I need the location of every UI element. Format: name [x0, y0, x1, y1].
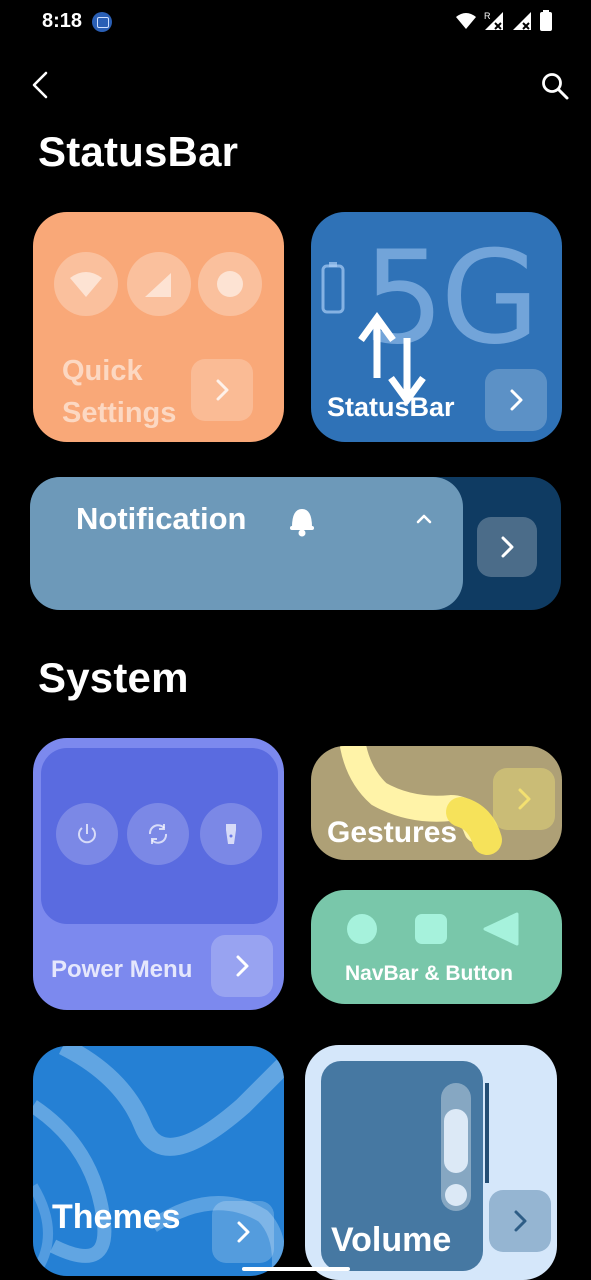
wifi-icon: [54, 252, 118, 316]
signal-icon: [127, 252, 191, 316]
svg-text:R: R: [484, 11, 491, 21]
volume-label: Volume: [331, 1221, 452, 1259]
status-bar: 8:18 R: [0, 0, 591, 46]
signal-icon: [513, 12, 531, 30]
search-button[interactable]: [539, 70, 571, 102]
themes-chevron-button[interactable]: [212, 1201, 274, 1263]
back-button[interactable]: [26, 70, 56, 100]
power-menu-card[interactable]: Power Menu: [33, 738, 284, 1010]
dot-icon: [198, 252, 262, 316]
quick-settings-label: Quick Settings: [62, 355, 177, 429]
chevron-right-icon: [237, 1221, 250, 1243]
status-time: 8:18: [42, 10, 83, 32]
statusbar-chevron-button[interactable]: [485, 369, 547, 431]
quick-settings-chevron-button[interactable]: [191, 359, 253, 421]
navbar-button-label: NavBar & Button: [344, 962, 513, 985]
chevron-up-icon: [416, 514, 432, 524]
data-transfer-arrows-icon: [358, 312, 426, 404]
volume-card[interactable]: Volume: [305, 1045, 557, 1280]
chevron-right-icon: [216, 379, 229, 401]
battery-outline-icon: [321, 262, 345, 314]
bell-icon: [290, 509, 314, 537]
notification-panel-preview: Notification: [30, 477, 463, 610]
notification-chevron-button[interactable]: [477, 517, 537, 577]
flashlight-icon: [200, 803, 262, 865]
wifi-icon: [456, 13, 476, 29]
signal-r-icon: R: [484, 11, 503, 30]
top-app-bar: [0, 60, 591, 110]
volume-chevron-button[interactable]: [489, 1190, 551, 1252]
quick-settings-card[interactable]: Quick Settings: [33, 212, 284, 442]
themes-card[interactable]: Themes: [33, 1046, 284, 1276]
gestures-chevron-button[interactable]: [493, 768, 555, 830]
battery-icon: [540, 10, 552, 31]
themes-label: Themes: [52, 1198, 181, 1236]
section-title-statusbar: StatusBar: [38, 128, 239, 175]
navbar-shapes-icon: [347, 912, 519, 946]
chevron-right-icon: [518, 788, 531, 810]
search-icon: [542, 73, 569, 100]
power-icon: [56, 803, 118, 865]
power-menu-chevron-button[interactable]: [211, 935, 273, 997]
gestures-card[interactable]: Gestures: [311, 746, 562, 860]
restart-icon: [127, 803, 189, 865]
chevron-right-icon: [514, 1210, 527, 1232]
chevron-right-icon: [501, 536, 514, 558]
back-arrow-icon: [32, 71, 48, 99]
chevron-right-icon: [236, 955, 249, 977]
notification-label: Notification: [76, 501, 247, 536]
statusbar-card[interactable]: 5G StatusBar: [311, 212, 562, 442]
statusbar-label: StatusBar: [327, 392, 455, 422]
chevron-right-icon: [510, 389, 523, 411]
status-icons: R: [455, 10, 553, 32]
home-indicator[interactable]: [242, 1267, 350, 1271]
notification-image-icon: [92, 12, 112, 32]
gestures-label: Gestures: [327, 816, 458, 849]
navbar-button-card[interactable]: NavBar & Button: [311, 890, 562, 1004]
power-menu-label: Power Menu: [51, 956, 193, 983]
section-title-system: System: [38, 654, 189, 701]
